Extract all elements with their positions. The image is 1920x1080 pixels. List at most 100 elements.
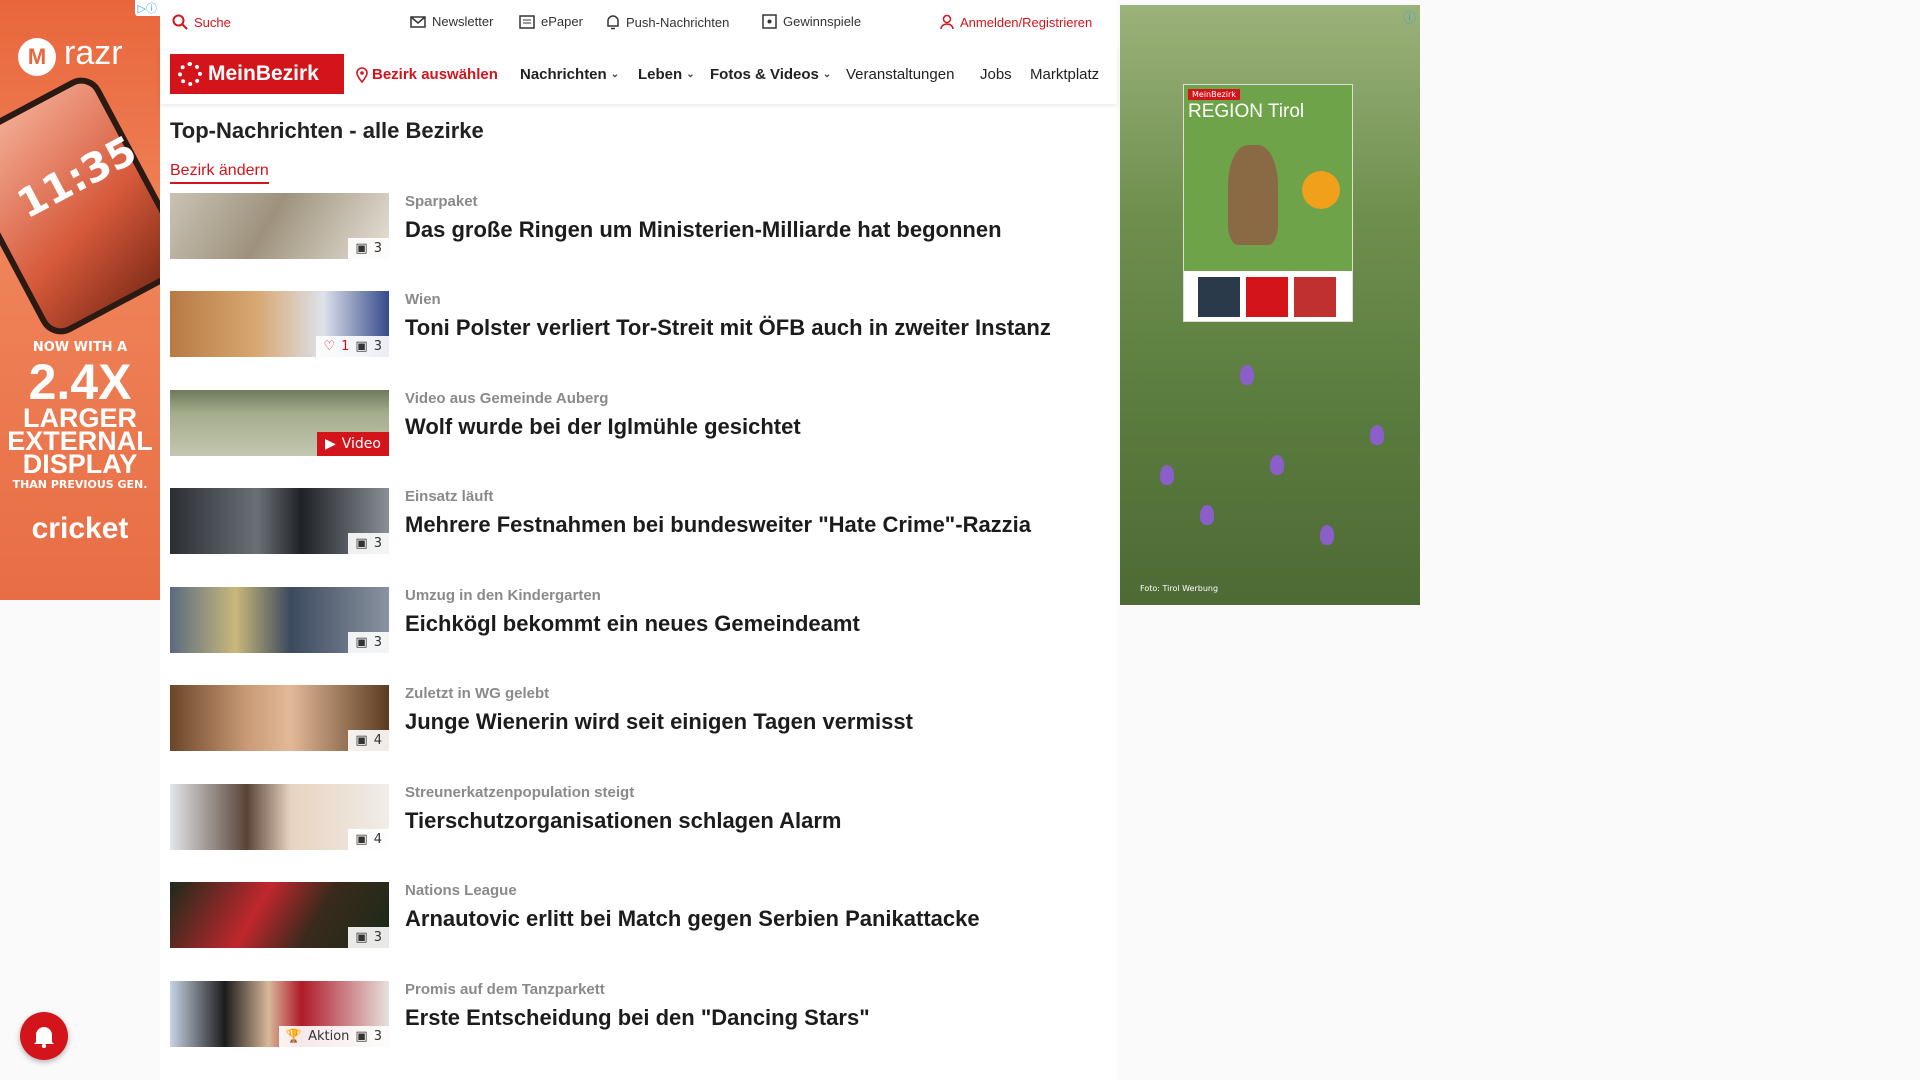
nav-label: Jobs (980, 66, 1012, 83)
image-icon: ▣ (355, 832, 368, 847)
article-item[interactable]: ▣ 3 Nations League Arnautovic erlitt bei … (170, 882, 1105, 948)
photo-count: 3 (373, 339, 382, 354)
push-link[interactable]: Push-Nachrichten (606, 14, 729, 30)
bezirk-label: Bezirk auswählen (372, 66, 498, 83)
article-thumbnail[interactable]: ▣ 4 (170, 685, 389, 751)
photo-count-badge: ♡ 1 ▣ 3 (316, 336, 389, 357)
article-item[interactable]: ▣ 3 Umzug in den Kindergarten Eichkögl be… (170, 587, 1105, 653)
newspaper-icon (519, 14, 535, 29)
flower-decoration (1370, 425, 1384, 445)
magazine-logo: MeinBezirk (1188, 89, 1240, 100)
search-link[interactable]: Suche (172, 14, 231, 30)
page-title: Top-Nachrichten - alle Bezirke (170, 118, 484, 143)
magazine-sticker (1302, 171, 1340, 209)
article-kicker: Einsatz läuft (405, 488, 494, 505)
photo-count: 3 (373, 930, 382, 945)
article-thumbnail[interactable]: ▣ 3 (170, 488, 389, 554)
article-thumbnail[interactable]: ▣ 3 (170, 587, 389, 653)
article-thumbnail[interactable]: 🏆 Aktion ▣ 3 (170, 981, 389, 1047)
mail-icon (410, 15, 426, 28)
ad-choices-icon[interactable]: ▷ⓘ (134, 0, 160, 16)
nav-nachrichten[interactable]: Nachrichten ⌄ (520, 66, 619, 83)
article-kicker: Zuletzt in WG gelebt (405, 685, 550, 702)
photo-count: 4 (373, 733, 382, 748)
article-item[interactable]: ♡ 1 ▣ 3 Wien Toni Polster verliert Tor-Str… (170, 291, 1105, 357)
article-headline[interactable]: Junge Wienerin wird seit einigen Tagen v… (405, 709, 913, 735)
gewinnspiele-link[interactable]: Gewinnspiele (762, 14, 861, 29)
notification-bell-button[interactable] (20, 1012, 68, 1060)
ad-tagline-small: THAN PREVIOUS GEN. (12, 478, 148, 491)
main-column: Suche Newsletter ePaper Push-Nachrichten… (160, 0, 1117, 1080)
bell-icon (607, 15, 619, 30)
ad-info-icon[interactable]: ⓘ (1403, 7, 1416, 26)
nav-jobs[interactable]: Jobs (980, 66, 1012, 83)
article-item[interactable]: ▣ 3 Einsatz läuft Mehrere Festnahmen bei … (170, 488, 1105, 554)
top-utility-bar: Suche Newsletter ePaper Push-Nachrichten… (160, 0, 1117, 46)
article-item[interactable]: ▣ 4 Streunerkatzenpopulation steigt Tiers… (170, 784, 1105, 850)
article-kicker: Umzug in den Kindergarten (405, 587, 601, 604)
nav-leben[interactable]: Leben ⌄ (638, 66, 695, 83)
article-headline[interactable]: Toni Polster verliert Tor-Streit mit ÖFB… (405, 315, 1051, 341)
flower-decoration (1320, 525, 1334, 545)
phone-time: 11:35 (10, 127, 145, 229)
article-headline[interactable]: Tierschutzorganisationen schlagen Alarm (405, 808, 841, 834)
article-headline[interactable]: Wolf wurde bei der Iglmühle gesichtet (405, 414, 801, 440)
gift-icon (762, 14, 777, 29)
nav-veranstaltungen[interactable]: Veranstaltungen (846, 66, 954, 83)
article-thumbnail[interactable]: ♡ 1 ▣ 3 (170, 291, 389, 357)
chevron-down-icon: ⌄ (610, 69, 620, 80)
article-thumbnail[interactable]: ▣ 3 (170, 882, 389, 948)
flower-decoration (1240, 365, 1254, 385)
magazine-cover: MeinBezirk REGION Tirol (1183, 84, 1353, 322)
phone-image: 11:35 (0, 69, 160, 343)
article-thumbnail[interactable]: ▶ Video (170, 390, 389, 456)
cricket-logo: cricket (31, 512, 129, 545)
article-thumbnail[interactable]: ▣ 4 (170, 784, 389, 850)
nav-marktplatz[interactable]: Marktplatz (1030, 66, 1112, 83)
article-item[interactable]: ▣ 4 Zuletzt in WG gelebt Junge Wienerin w… (170, 685, 1105, 751)
nav-label: Veranstaltungen (846, 66, 955, 83)
left-ad-banner[interactable]: ▷ⓘ M razr 11:35 NOW WITH A 2.4X LARGER E… (0, 0, 160, 600)
photo-count-badge: ▣ 4 (348, 730, 389, 751)
bezirk-select[interactable]: Bezirk auswählen (356, 66, 498, 83)
image-icon: ▣ (355, 635, 368, 650)
newsletter-link[interactable]: Newsletter (410, 14, 493, 29)
article-headline[interactable]: Arnautovic erlitt bei Match gegen Serbie… (405, 906, 980, 932)
right-ad-banner[interactable]: ⓘ MeinBezirk REGION Tirol Foto: Tirol We… (1120, 5, 1420, 605)
photo-count-badge: ▣ 3 (348, 927, 389, 948)
article-item[interactable]: 🏆 Aktion ▣ 3 Promis auf dem Tanzparkett Er… (170, 981, 1105, 1047)
login-link[interactable]: Anmelden/Registrieren (940, 14, 1092, 30)
magazine-preview-strip (1184, 271, 1352, 321)
article-item[interactable]: ▣ 3 Sparpaket Das große Ringen um Ministe… (170, 193, 1105, 259)
image-icon: ▣ (355, 733, 368, 748)
flower-decoration (1160, 465, 1174, 485)
chevron-down-icon: ⌄ (686, 69, 695, 80)
article-item[interactable]: ▶ Video Video aus Gemeinde Auberg Wolf wu… (170, 390, 1105, 456)
search-label: Suche (194, 14, 231, 30)
photo-count: 3 (373, 1029, 382, 1044)
nav-label: Fotos & Videos (710, 66, 819, 83)
ad-tagline-line3: DISPLAY (22, 449, 138, 479)
ad-brand: razr (64, 34, 123, 72)
video-label: Video (341, 436, 381, 452)
article-kicker: Streunerkatzenpopulation steigt (405, 784, 635, 801)
change-bezirk-link[interactable]: Bezirk ändern (170, 162, 269, 184)
article-headline[interactable]: Mehrere Festnahmen bei bundesweiter "Hat… (405, 512, 1031, 538)
meinbezirk-logo[interactable]: MeinBezirk (170, 54, 344, 94)
main-navigation: MeinBezirk Bezirk auswählen Nachrichten ⌄… (160, 46, 1117, 104)
article-headline[interactable]: Erste Entscheidung bei den "Dancing Star… (405, 1005, 870, 1031)
magazine-title: REGION Tirol (1188, 101, 1305, 122)
article-headline[interactable]: Das große Ringen um Ministerien-Milliard… (405, 217, 1002, 243)
trophy-icon: 🏆 (285, 1029, 303, 1044)
image-icon: ▣ (355, 339, 368, 354)
article-kicker: Video aus Gemeinde Auberg (405, 390, 609, 407)
epaper-link[interactable]: ePaper (519, 14, 583, 29)
push-label: Push-Nachrichten (626, 14, 730, 30)
article-headline[interactable]: Eichkögl bekommt ein neues Gemeindeamt (405, 611, 860, 637)
article-thumbnail[interactable]: ▣ 3 (170, 193, 389, 259)
chevron-down-icon: ⌄ (822, 69, 832, 80)
image-icon: ▣ (355, 1029, 368, 1044)
photo-count: 3 (373, 635, 382, 650)
nav-label: Leben (638, 66, 683, 83)
nav-fotos-videos[interactable]: Fotos & Videos ⌄ (710, 66, 831, 83)
